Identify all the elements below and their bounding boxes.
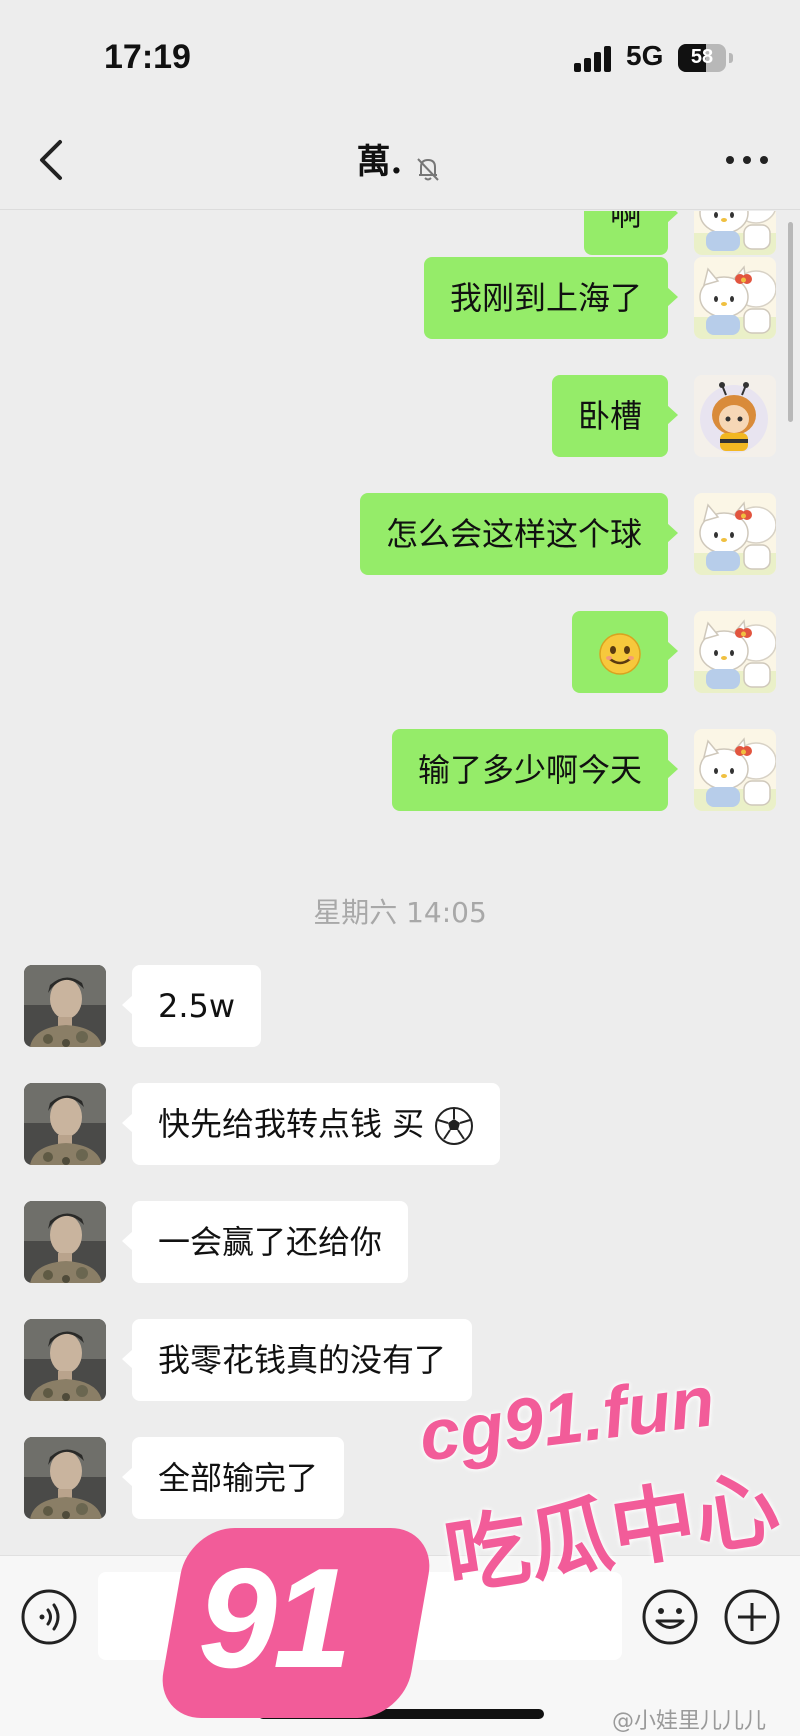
- received-bubble[interactable]: 全部输完了: [121, 1437, 345, 1519]
- more-button[interactable]: [726, 142, 770, 178]
- chat-header: 萬.: [0, 110, 800, 210]
- network-type: 5G: [626, 40, 664, 71]
- man-portrait-avatar[interactable]: [24, 1319, 106, 1401]
- sent-bubble[interactable]: 怎么会这样这个球: [359, 493, 679, 575]
- status-time: 17:19: [104, 38, 191, 76]
- message-list[interactable]: 啊 我刚到上海了 卧槽 怎么会这样这个球 输了多少啊今天 星期六 14:05 2…: [0, 211, 800, 1555]
- chat-title[interactable]: 萬.: [357, 142, 403, 182]
- soccer-ball-emoji: [435, 1107, 474, 1145]
- weibo-watermark: @小娃里儿儿儿: [612, 1709, 767, 1734]
- battery-tip: [729, 53, 733, 63]
- message-row: 啊: [0, 211, 800, 255]
- message-row: 卧槽: [0, 375, 800, 457]
- hello-kitty-avatar[interactable]: [694, 611, 776, 693]
- message-row: 怎么会这样这个球: [0, 493, 800, 575]
- sent-bubble[interactable]: 输了多少啊今天: [391, 729, 679, 811]
- message-row: 输了多少啊今天: [0, 729, 800, 811]
- scrollbar[interactable]: [788, 222, 793, 422]
- sent-bubble[interactable]: [572, 611, 678, 693]
- sent-bubble[interactable]: 我刚到上海了: [423, 257, 679, 339]
- watermark-badge-text: 91: [198, 1539, 352, 1698]
- chibi-bee-avatar[interactable]: [694, 375, 776, 457]
- hello-kitty-avatar[interactable]: [694, 729, 776, 811]
- plus-icon: [724, 1589, 780, 1645]
- message-row: 我刚到上海了: [0, 257, 800, 339]
- message-row: 快先给我转点钱 买: [0, 1083, 800, 1165]
- man-portrait-avatar[interactable]: [24, 1201, 106, 1283]
- man-portrait-avatar[interactable]: [24, 1437, 106, 1519]
- received-bubble[interactable]: 我零花钱真的没有了: [121, 1319, 473, 1401]
- message-row: 2.5w: [0, 965, 800, 1047]
- received-bubble[interactable]: 2.5w: [121, 965, 262, 1047]
- emoji-button[interactable]: [641, 1588, 699, 1646]
- hello-kitty-avatar[interactable]: [694, 257, 776, 339]
- message-text: 快先给我转点钱 买: [158, 1105, 425, 1143]
- voice-button[interactable]: [20, 1588, 78, 1646]
- message-row: 一会赢了还给你: [0, 1201, 800, 1283]
- sent-bubble[interactable]: 啊: [583, 211, 679, 255]
- man-portrait-avatar[interactable]: [24, 965, 106, 1047]
- hello-kitty-avatar[interactable]: [694, 493, 776, 575]
- battery-icon: 58: [678, 44, 726, 72]
- bell-slash-icon: [413, 154, 443, 184]
- timestamp-divider: 星期六 14:05: [313, 896, 487, 929]
- received-bubble[interactable]: 快先给我转点钱 买: [121, 1083, 501, 1165]
- status-bar: 17:19 5G 58: [0, 0, 800, 110]
- voice-icon: [21, 1589, 77, 1645]
- received-bubble[interactable]: 一会赢了还给你: [121, 1201, 409, 1283]
- battery-percent: 58: [690, 46, 714, 68]
- man-portrait-avatar[interactable]: [24, 1083, 106, 1165]
- sent-bubble[interactable]: 卧槽: [551, 375, 679, 457]
- smile-emoji: [599, 633, 641, 675]
- message-row: [0, 611, 800, 693]
- plus-button[interactable]: [723, 1588, 781, 1646]
- signal-icon: [574, 46, 614, 72]
- hello-kitty-avatar[interactable]: [694, 211, 776, 255]
- emoji-icon: [642, 1589, 698, 1645]
